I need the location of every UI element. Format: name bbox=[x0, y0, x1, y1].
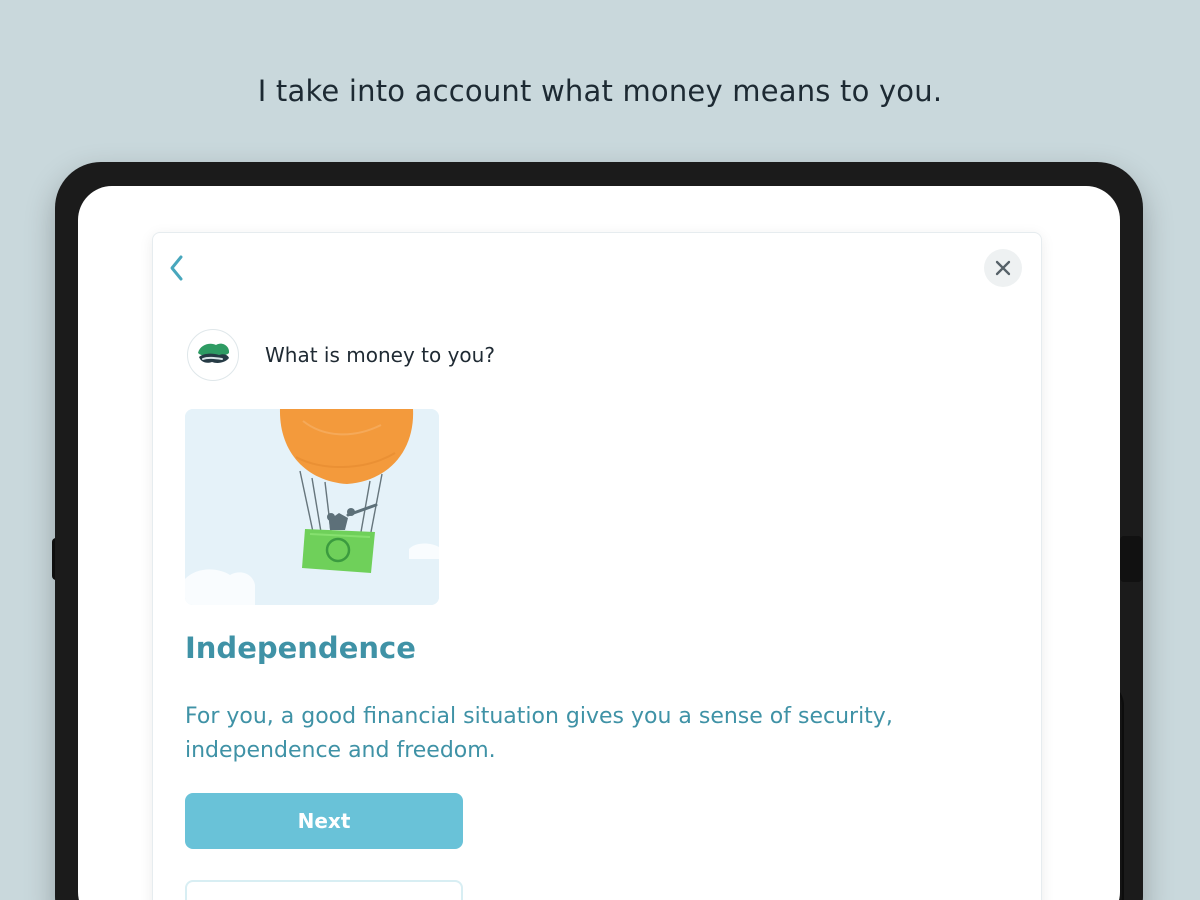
hot-air-balloon-illustration bbox=[185, 409, 439, 605]
secondary-button[interactable] bbox=[185, 880, 463, 900]
avatar bbox=[187, 329, 239, 381]
app-store-promo-screen: I take into account what money means to … bbox=[0, 0, 1200, 900]
device-hinge-right bbox=[1120, 536, 1142, 582]
close-button[interactable] bbox=[984, 249, 1022, 287]
card-description: For you, a good financial situation give… bbox=[185, 704, 893, 763]
promo-headline: I take into account what money means to … bbox=[257, 74, 943, 108]
question-text: What is money to you? bbox=[265, 343, 495, 367]
card-title: Independence bbox=[185, 631, 416, 665]
back-button[interactable] bbox=[165, 251, 189, 285]
money-cloud-icon bbox=[193, 335, 233, 375]
questionnaire-card: What is money to you? Independence For y… bbox=[152, 232, 1042, 900]
question-row: What is money to you? bbox=[187, 329, 495, 381]
chevron-left-icon bbox=[170, 255, 183, 281]
next-button[interactable]: Next bbox=[185, 793, 463, 849]
close-icon bbox=[995, 260, 1011, 276]
hot-air-balloon-svg bbox=[185, 409, 439, 605]
